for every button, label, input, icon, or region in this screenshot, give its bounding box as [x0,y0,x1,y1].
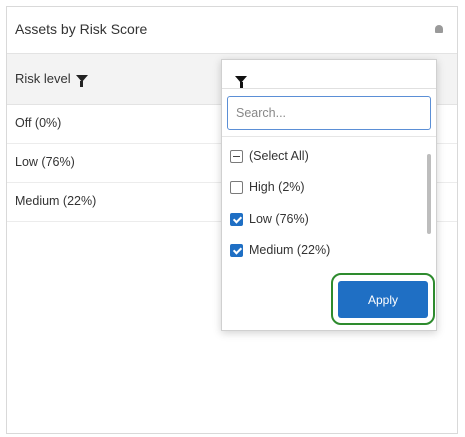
filter-tab[interactable] [230,68,252,90]
row-label: Low (76%) [15,155,75,169]
panel-title: Assets by Risk Score [15,21,148,37]
option-label: Medium (22%) [249,243,331,257]
checkbox-unchecked[interactable] [230,180,243,194]
divider [222,88,436,89]
checkbox-indeterminate[interactable] [230,149,243,163]
apply-button[interactable]: Apply [338,281,428,318]
option-low[interactable]: Low (76%) [230,209,309,229]
column-header-label-wrap: Risk level [15,71,88,87]
option-label: Low (76%) [249,212,309,226]
column-header-label: Risk level [15,71,71,86]
option-high[interactable]: High (2%) [230,177,305,197]
checkbox-checked[interactable] [230,212,243,226]
search-input[interactable] [227,96,431,130]
checkbox-checked[interactable] [230,243,243,257]
filter-icon[interactable] [75,75,88,87]
panel-menu-icon[interactable] [435,25,443,33]
option-label: High (2%) [249,180,305,194]
divider [222,136,436,137]
panel-header: Assets by Risk Score [7,7,457,54]
row-label: Off (0%) [15,116,62,130]
row-label: Medium (22%) [15,194,97,208]
scroll-thumb[interactable] [427,154,431,234]
filter-icon [235,75,247,88]
option-label: (Select All) [249,149,309,163]
option-select-all[interactable]: (Select All) [230,146,309,166]
option-medium[interactable]: Medium (22%) [230,240,330,260]
